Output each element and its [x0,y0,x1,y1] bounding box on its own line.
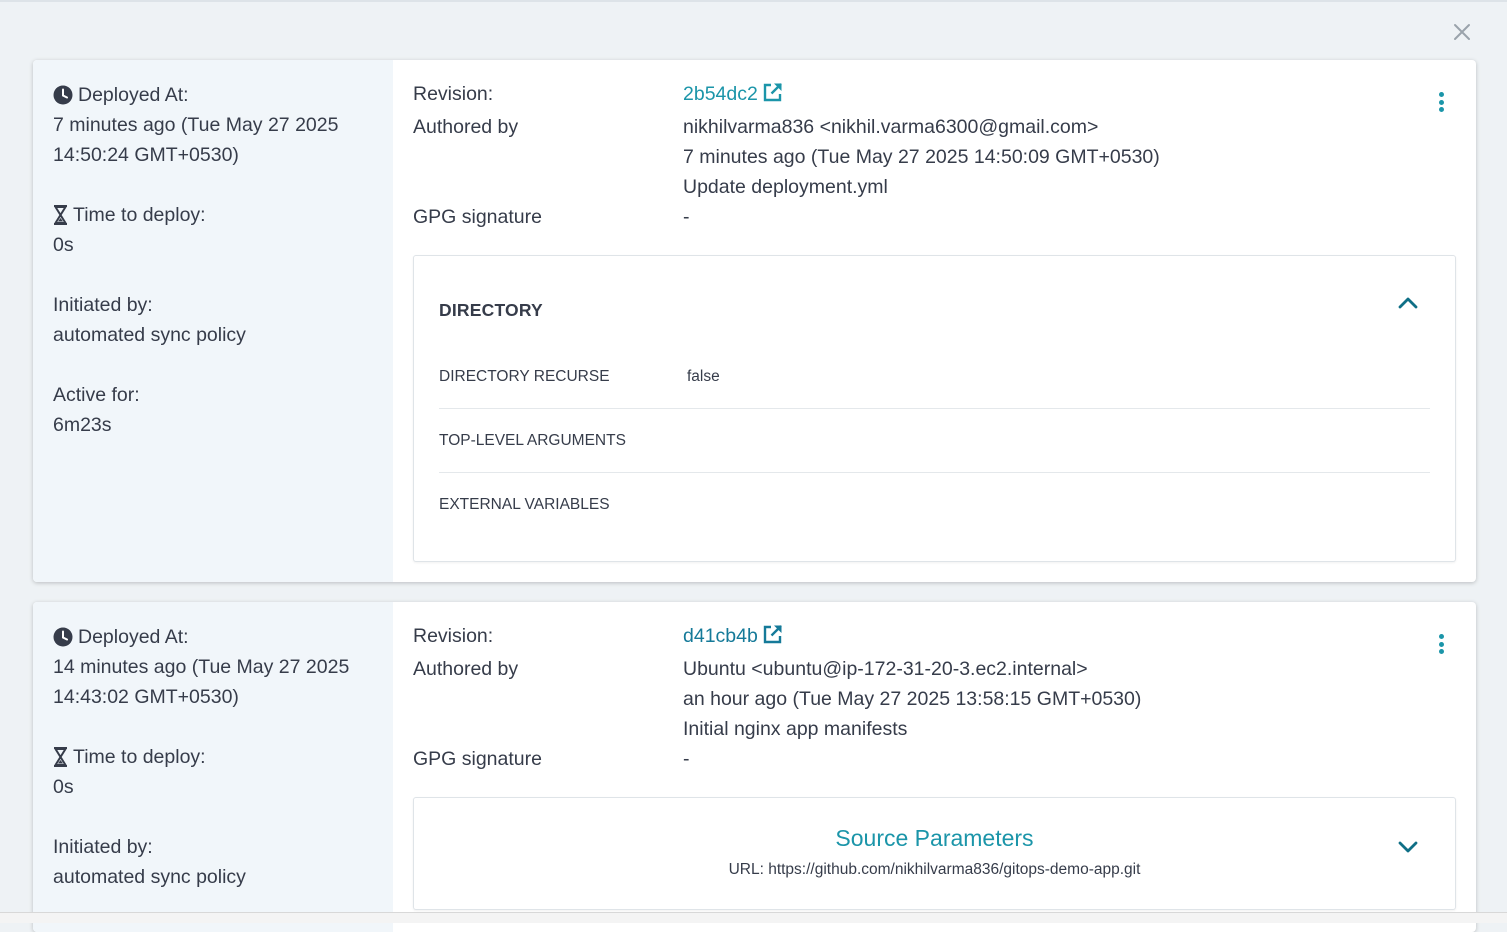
directory-row: EXTERNAL VARIABLES [439,473,1430,537]
commit-date: an hour ago (Tue May 27 2025 13:58:15 GM… [683,688,1142,710]
author: Ubuntu <ubuntu@ip-172-31-20-3.ec2.intern… [683,658,1088,680]
more-options-icon[interactable] [1434,90,1448,114]
time-to-deploy-label: Time to deploy: [53,200,373,230]
deployed-at-label: Deployed At: [53,622,373,652]
deployed-at-value: 7 minutes ago (Tue May 27 2025 [53,114,339,136]
directory-row: DIRECTORY RECURSE false [439,346,1430,409]
authored-by-label: Authored by [413,116,519,138]
deployment-summary: Deployed At: 14 minutes ago (Tue May 27 … [33,602,393,932]
commit-message: Update deployment.yml [683,176,888,198]
source-url: URL: https://github.com/nikhilvarma836/g… [728,861,1141,878]
directory-panel: DIRECTORY DIRECTORY RECURSE false TOP-LE… [413,255,1456,562]
revision-label: Revision: [413,625,494,647]
directory-value: false [687,368,720,385]
bottom-taskbar-edge [0,912,1507,923]
revision-link[interactable]: d41cb4b [683,625,758,647]
gpg-signature-value: - [683,206,690,228]
revision-label: Revision: [413,83,494,105]
deployed-at-label: Deployed At: [53,80,373,110]
deployed-at-value: 14:50:24 GMT+0530) [53,144,239,166]
revision-details: Revision: d41cb4b Authored by Ubuntu <ub… [393,602,1476,932]
hourglass-icon [54,747,67,767]
authored-by-label: Authored by [413,658,519,680]
more-options-icon[interactable] [1434,632,1448,656]
time-to-deploy-value: 0s [53,234,74,256]
top-border [0,0,1507,2]
time-to-deploy-label: Time to deploy: [53,742,373,772]
gpg-signature-value: - [683,748,690,770]
deployment-card: Deployed At: 14 minutes ago (Tue May 27 … [33,602,1476,932]
external-link-icon[interactable] [762,624,783,654]
deployment-card: Deployed At: 7 minutes ago (Tue May 27 2… [33,60,1476,582]
initiated-by-value: automated sync policy [53,324,246,346]
revision-details: Revision: 2b54dc2 Authored by nikhilvarm… [393,60,1476,582]
directory-row: TOP-LEVEL ARGUMENTS [439,409,1430,473]
author: nikhilvarma836 <nikhil.varma6300@gmail.c… [683,116,1099,138]
chevron-down-icon[interactable] [1397,840,1419,859]
active-for-value: 6m23s [53,414,112,436]
directory-key: TOP-LEVEL ARGUMENTS [439,431,626,449]
commit-message: Initial nginx app manifests [683,718,908,740]
revision-link[interactable]: 2b54dc2 [683,83,758,105]
clock-icon [53,627,73,647]
external-link-icon[interactable] [762,82,783,112]
clock-icon [53,85,73,105]
active-for-label: Active for: [53,384,140,406]
initiated-by-value: automated sync policy [53,866,246,888]
source-parameters-title[interactable]: Source Parameters [414,825,1455,852]
directory-key: EXTERNAL VARIABLES [439,496,610,513]
source-parameters-panel[interactable]: Source Parameters URL: https://github.co… [413,797,1456,910]
directory-key: DIRECTORY RECURSE [439,368,610,385]
initiated-by-label: Initiated by: [53,836,153,858]
initiated-by-label: Initiated by: [53,294,153,316]
gpg-signature-label: GPG signature [413,748,542,770]
chevron-up-icon[interactable] [1397,296,1419,315]
deployment-summary: Deployed At: 7 minutes ago (Tue May 27 2… [33,60,393,582]
gpg-signature-label: GPG signature [413,206,542,228]
directory-title: DIRECTORY [439,300,543,320]
deployed-at-value: 14:43:02 GMT+0530) [53,686,239,708]
commit-date: 7 minutes ago (Tue May 27 2025 14:50:09 … [683,146,1160,168]
time-to-deploy-value: 0s [53,776,74,798]
hourglass-icon [54,205,67,225]
deployed-at-value: 14 minutes ago (Tue May 27 2025 [53,656,350,678]
close-icon[interactable] [1450,20,1474,44]
